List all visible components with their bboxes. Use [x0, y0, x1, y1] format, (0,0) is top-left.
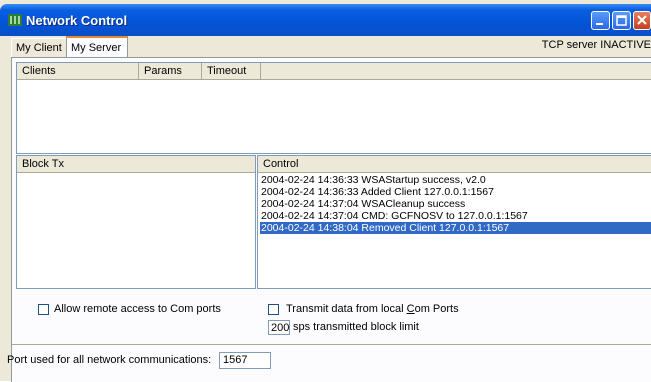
close-icon — [637, 15, 647, 25]
tab-my-client[interactable]: My Client — [11, 38, 67, 57]
log-entry[interactable]: 2004-02-24 14:36:33 WSAStartup success, … — [261, 174, 486, 186]
remote-access-label[interactable]: Allow remote access to Com ports — [54, 303, 221, 315]
transmit-label-pre: Transmit data from local — [286, 303, 407, 315]
separator — [12, 344, 651, 346]
log-entry-selected[interactable]: 2004-02-24 14:38:04 Removed Client 127.0… — [260, 222, 651, 234]
close-button[interactable] — [633, 11, 651, 30]
minimize-icon — [596, 23, 603, 25]
transmit-local-checkbox[interactable] — [268, 304, 279, 315]
column-header-clients[interactable]: Clients — [17, 63, 139, 80]
block-limit-label: sps transmitted block limit — [293, 321, 419, 333]
log-entry[interactable]: 2004-02-24 14:37:04 WSACleanup success — [261, 198, 465, 210]
log-entry[interactable]: 2004-02-24 14:36:33 Added Client 127.0.0… — [261, 186, 494, 198]
block-limit-input[interactable]: 200 — [268, 320, 290, 335]
port-input[interactable]: 1567 — [219, 352, 271, 369]
minimize-button[interactable] — [591, 11, 610, 30]
server-status: TCP server INACTIVE — [541, 39, 651, 51]
network-control-window: Network Control My Client My Server TCP … — [0, 0, 651, 382]
network-app-icon — [8, 14, 22, 26]
transmit-label-accelerator: C — [406, 303, 415, 315]
control-log[interactable]: Control 2004-02-24 14:36:33 WSAStartup s… — [257, 155, 651, 289]
column-header-timeout[interactable]: Timeout — [202, 63, 261, 80]
maximize-button[interactable] — [612, 11, 631, 30]
column-header-filler — [261, 63, 651, 80]
clients-list[interactable]: Clients Params Timeout — [16, 62, 651, 154]
remote-access-checkbox[interactable] — [38, 304, 49, 315]
log-entry[interactable]: 2004-02-24 14:37:04 CMD: GCFNOSV to 127.… — [261, 210, 528, 222]
maximize-icon — [616, 15, 627, 26]
control-header[interactable]: Control — [258, 156, 651, 173]
block-tx-header[interactable]: Block Tx — [17, 156, 255, 173]
port-label: Port used for all network communications… — [7, 354, 212, 366]
column-header-params[interactable]: Params — [139, 63, 202, 80]
transmit-label-post: om Ports — [414, 303, 459, 315]
title-bar[interactable]: Network Control — [0, 4, 651, 36]
transmit-local-label[interactable]: Transmit data from local Com Ports — [286, 303, 459, 315]
server-tab-panel: Clients Params Timeout Block Tx Control … — [7, 57, 651, 382]
window-title: Network Control — [26, 13, 128, 28]
block-tx-list[interactable]: Block Tx — [16, 155, 256, 289]
tab-my-server[interactable]: My Server — [66, 36, 128, 58]
